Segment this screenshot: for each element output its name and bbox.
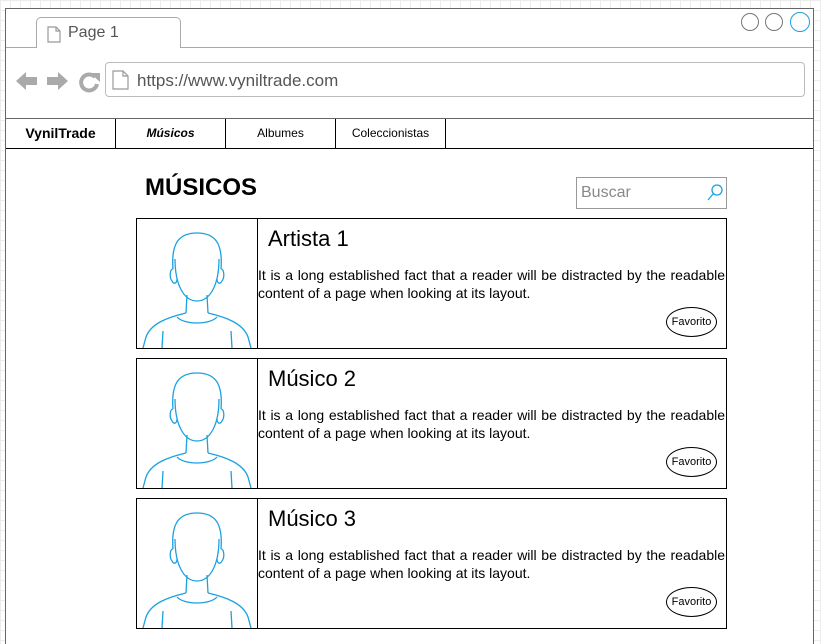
menu-item-coleccionistas[interactable]: Coleccionistas	[336, 119, 446, 148]
url-text: https://www.vyniltrade.com	[137, 71, 339, 90]
address-bar[interactable]: https://www.vyniltrade.com	[105, 62, 805, 97]
musician-card[interactable]: Músico 3 It is a long established fact t…	[136, 498, 727, 629]
musician-name: Músico 3	[268, 506, 357, 531]
musician-description: It is a long established fact that a rea…	[258, 267, 725, 301]
forward-arrow-icon[interactable]	[47, 72, 68, 90]
avatar	[137, 359, 258, 488]
favorite-button[interactable]: Favorito	[666, 307, 717, 337]
search-input[interactable]: Buscar	[576, 177, 727, 209]
menu-item-musicos[interactable]: Músicos	[116, 119, 226, 148]
minimize-button[interactable]	[741, 13, 759, 31]
musician-name: Músico 2	[268, 366, 357, 391]
user-silhouette-icon	[142, 372, 252, 488]
musician-card[interactable]: Músico 2 It is a long established fact t…	[136, 358, 727, 489]
menu-bar: VynilTrade Músicos Albumes Coleccionista…	[6, 119, 813, 149]
nav-controls	[16, 70, 102, 99]
user-silhouette-icon	[142, 512, 252, 628]
brand-logo[interactable]: VynilTrade	[6, 119, 116, 148]
musician-card[interactable]: Artista 1 It is a long established fact …	[136, 218, 727, 349]
close-button[interactable]	[790, 12, 810, 32]
tab-title: Page 1	[68, 24, 119, 41]
search-placeholder: Buscar	[581, 184, 631, 201]
user-silhouette-icon	[142, 232, 252, 348]
search-icon[interactable]	[707, 184, 723, 202]
maximize-button[interactable]	[765, 13, 783, 31]
page-icon	[112, 70, 129, 90]
page-icon	[47, 26, 61, 43]
avatar	[137, 219, 258, 348]
browser-window: Page 1 https://www.vyniltrade.com VynilT…	[5, 8, 814, 644]
reload-icon[interactable]	[79, 72, 100, 93]
musician-name: Artista 1	[268, 226, 349, 251]
musician-description: It is a long established fact that a rea…	[258, 407, 725, 441]
avatar	[137, 499, 258, 628]
musician-description: It is a long established fact that a rea…	[258, 547, 725, 581]
back-arrow-icon[interactable]	[16, 72, 37, 90]
browser-tab[interactable]: Page 1	[36, 17, 181, 48]
menu-item-albumes[interactable]: Albumes	[226, 119, 336, 148]
page-title: MÚSICOS	[145, 174, 258, 201]
favorite-button[interactable]: Favorito	[666, 447, 717, 477]
favorite-button[interactable]: Favorito	[666, 587, 717, 617]
